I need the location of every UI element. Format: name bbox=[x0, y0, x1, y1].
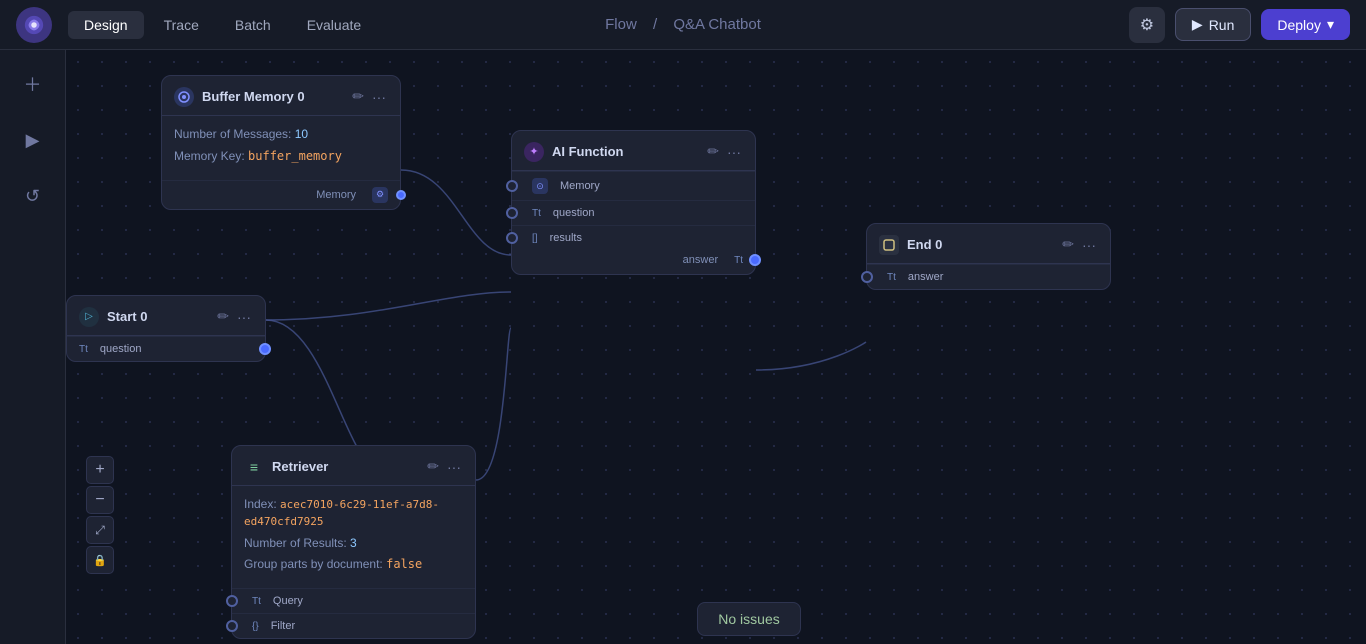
logo bbox=[16, 7, 52, 43]
memory-icon bbox=[174, 87, 194, 107]
retriever-header: ≡ Retriever ✏ ··· bbox=[232, 446, 475, 486]
index-prop: Index: acec7010-6c29-11ef-a7d8-ed470cfd7… bbox=[244, 496, 463, 530]
ai-answer-port: answer Tt bbox=[512, 250, 755, 274]
chevron-down-icon: ▾ bbox=[1327, 16, 1334, 33]
buffer-memory-edit-button[interactable]: ✏ bbox=[350, 86, 366, 107]
zoom-in-button[interactable]: + bbox=[86, 456, 114, 484]
buffer-memory-more-button[interactable]: ··· bbox=[370, 86, 388, 107]
start-header: ▷ Start 0 ✏ ··· bbox=[67, 296, 265, 336]
num-results-prop: Number of Results: 3 bbox=[244, 535, 463, 552]
retriever-more-button[interactable]: ··· bbox=[445, 456, 463, 477]
end-node: End 0 ✏ ··· Tt answer bbox=[866, 223, 1111, 290]
left-sidebar: ＋ ▶ ↺ bbox=[0, 50, 66, 644]
ai-function-icon: ✦ bbox=[524, 142, 544, 162]
zoom-out-button[interactable]: − bbox=[86, 486, 114, 514]
no-issues-badge: No issues bbox=[697, 602, 800, 636]
start-question-port: Tt question bbox=[67, 336, 265, 361]
breadcrumb: Flow / Q&A Chatbot bbox=[599, 16, 767, 33]
fit-button[interactable]: ⤢ bbox=[86, 516, 114, 544]
nav-tabs: Design Trace Batch Evaluate bbox=[68, 11, 377, 39]
add-button[interactable]: ＋ bbox=[15, 66, 51, 102]
end-icon bbox=[879, 235, 899, 255]
start-more-button[interactable]: ··· bbox=[235, 306, 253, 327]
run-icon: ▶ bbox=[1192, 16, 1203, 33]
status-bar: No issues bbox=[132, 594, 1366, 644]
zoom-controls: + − ⤢ 🔒 bbox=[86, 456, 114, 574]
buffer-memory-node: Buffer Memory 0 ✏ ··· Number of Messages… bbox=[161, 75, 401, 210]
canvas: Buffer Memory 0 ✏ ··· Number of Messages… bbox=[66, 50, 1366, 644]
tab-trace[interactable]: Trace bbox=[148, 11, 215, 39]
start-edit-button[interactable]: ✏ bbox=[215, 306, 231, 327]
nav-actions: ⚙ ▶ Run Deploy ▾ bbox=[1129, 7, 1350, 43]
start-node: ▷ Start 0 ✏ ··· Tt question bbox=[66, 295, 266, 362]
tab-design[interactable]: Design bbox=[68, 11, 144, 39]
retriever-body: Index: acec7010-6c29-11ef-a7d8-ed470cfd7… bbox=[232, 486, 475, 588]
retriever-edit-button[interactable]: ✏ bbox=[425, 456, 441, 477]
end-header: End 0 ✏ ··· bbox=[867, 224, 1110, 264]
ai-function-title: AI Function bbox=[552, 144, 697, 159]
history-button[interactable]: ↺ bbox=[15, 178, 51, 214]
ai-function-edit-button[interactable]: ✏ bbox=[705, 141, 721, 162]
ai-function-node: ✦ AI Function ✏ ··· ⊙ Memory Tt question… bbox=[511, 130, 756, 275]
retriever-title: Retriever bbox=[272, 459, 417, 474]
deploy-button[interactable]: Deploy ▾ bbox=[1261, 9, 1350, 40]
lock-button[interactable]: 🔒 bbox=[86, 546, 114, 574]
run-button[interactable]: ▶ Run bbox=[1175, 8, 1251, 41]
group-parts-prop: Group parts by document: false bbox=[244, 556, 463, 573]
memory-output-port: Memory ⚙ bbox=[162, 180, 400, 209]
buffer-memory-header: Buffer Memory 0 ✏ ··· bbox=[162, 76, 400, 116]
start-title: Start 0 bbox=[107, 309, 207, 324]
end-answer-port: Tt answer bbox=[867, 264, 1110, 289]
memory-key-prop: Memory Key: buffer_memory bbox=[174, 148, 388, 165]
top-nav: Design Trace Batch Evaluate Flow / Q&A C… bbox=[0, 0, 1366, 50]
ai-function-header: ✦ AI Function ✏ ··· bbox=[512, 131, 755, 171]
play-button[interactable]: ▶ bbox=[15, 122, 51, 158]
retriever-icon: ≡ bbox=[244, 457, 264, 477]
start-icon: ▷ bbox=[79, 307, 99, 327]
tab-batch[interactable]: Batch bbox=[219, 11, 287, 39]
ai-memory-port: ⊙ Memory bbox=[512, 171, 755, 200]
tab-evaluate[interactable]: Evaluate bbox=[291, 11, 377, 39]
settings-button[interactable]: ⚙ bbox=[1129, 7, 1165, 43]
ai-question-port: Tt question bbox=[512, 200, 755, 225]
buffer-memory-title: Buffer Memory 0 bbox=[202, 89, 342, 104]
ai-function-more-button[interactable]: ··· bbox=[725, 141, 743, 162]
ai-results-port: [] results bbox=[512, 225, 755, 250]
end-edit-button[interactable]: ✏ bbox=[1060, 234, 1076, 255]
buffer-memory-body: Number of Messages: 10 Memory Key: buffe… bbox=[162, 116, 400, 180]
end-more-button[interactable]: ··· bbox=[1080, 234, 1098, 255]
end-title: End 0 bbox=[907, 237, 1052, 252]
num-messages-prop: Number of Messages: 10 bbox=[174, 126, 388, 143]
